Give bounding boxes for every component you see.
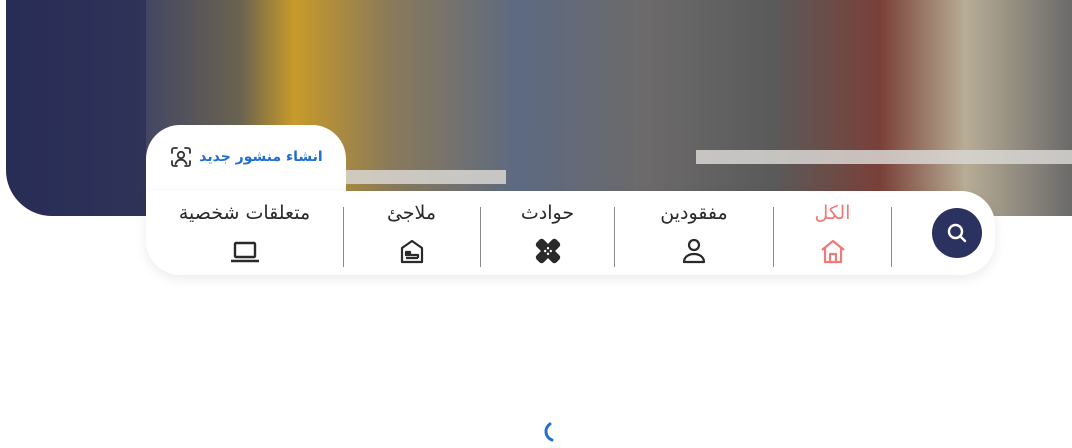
tab-all[interactable]: الكل [774, 191, 891, 275]
laptop-icon [229, 235, 261, 267]
create-post-label: انشاء منشور جديد [199, 149, 323, 165]
user-scan-icon [169, 145, 193, 169]
category-tabs: متعلقات شخصية ملاجئ حوادث مفقودين الكل [146, 191, 995, 275]
person-icon [678, 235, 710, 267]
tab-accidents[interactable]: حوادث [481, 191, 614, 275]
tab-label: الكل [814, 202, 851, 224]
tab-personal-items[interactable]: متعلقات شخصية [146, 191, 343, 275]
bandage-icon [532, 235, 564, 267]
home-icon [817, 235, 849, 267]
shelter-icon [396, 235, 428, 267]
search-button[interactable] [932, 208, 982, 258]
tab-missing[interactable]: مفقودين [615, 191, 773, 275]
tab-label: مفقودين [660, 202, 728, 224]
search-icon [947, 223, 967, 243]
tab-divider [891, 207, 892, 267]
tab-label: متعلقات شخصية [178, 202, 311, 224]
loading-spinner-icon [540, 420, 564, 444]
tab-label: ملاجئ [386, 202, 437, 224]
tab-label: حوادث [520, 202, 575, 224]
tab-shelters[interactable]: ملاجئ [344, 191, 479, 275]
